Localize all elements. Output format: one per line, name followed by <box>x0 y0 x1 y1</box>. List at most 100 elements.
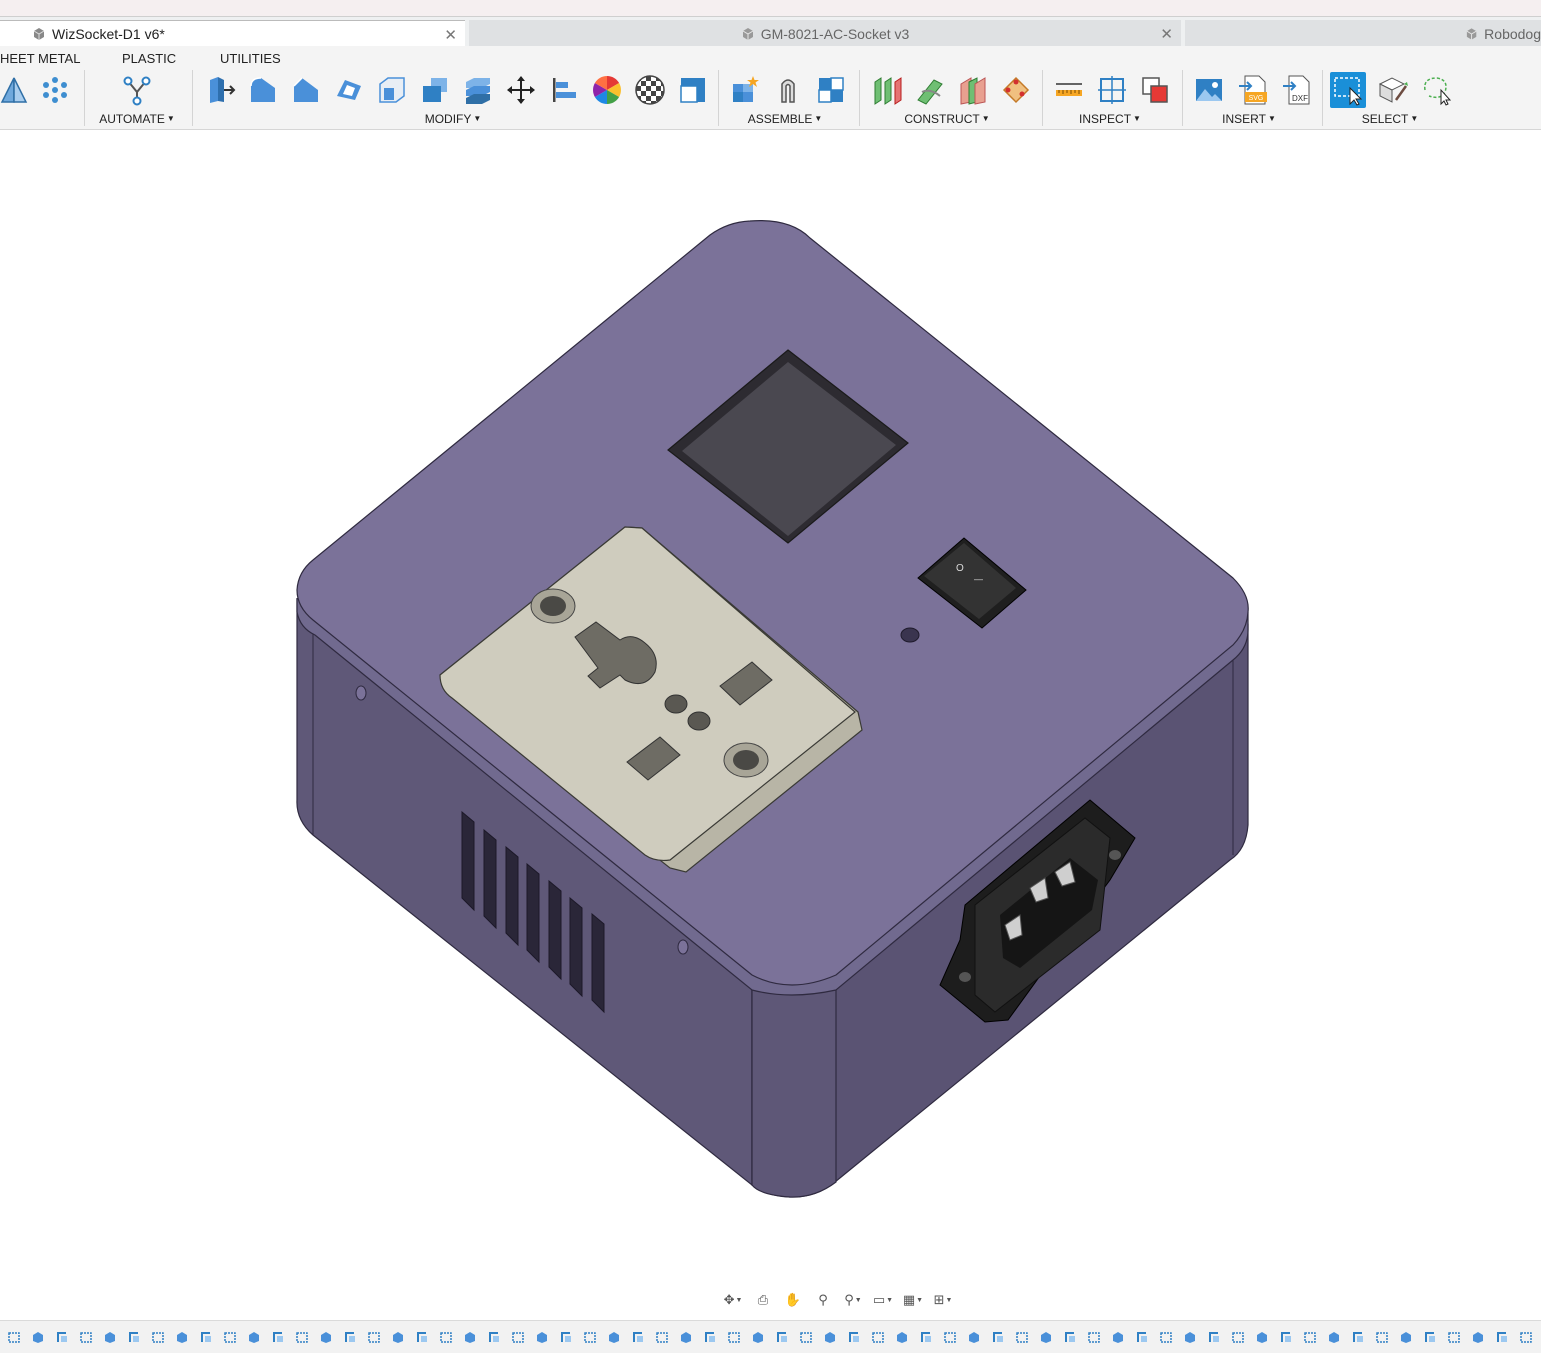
timeline-feature-icon[interactable] <box>890 1327 914 1347</box>
timeline-feature-icon[interactable] <box>290 1327 314 1347</box>
as-built-joint-icon[interactable] <box>813 72 849 108</box>
plane-through-points-icon[interactable] <box>998 72 1034 108</box>
timeline-feature-icon[interactable] <box>458 1327 482 1347</box>
tab-robodog[interactable]: Robodog <box>1185 20 1541 47</box>
new-component-icon[interactable] <box>727 72 763 108</box>
timeline-feature-icon[interactable] <box>914 1327 938 1347</box>
timeline-feature-icon[interactable] <box>1274 1327 1298 1347</box>
measure-icon[interactable] <box>1051 72 1087 108</box>
move-copy-icon[interactable] <box>503 72 539 108</box>
select-paint-icon[interactable] <box>1374 72 1410 108</box>
timeline-feature-icon[interactable] <box>1154 1327 1178 1347</box>
timeline-feature-icon[interactable] <box>674 1327 698 1347</box>
tab-gm-socket[interactable]: GM-8021-AC-Socket v3 ✕ <box>469 20 1181 47</box>
timeline-feature-icon[interactable] <box>938 1327 962 1347</box>
timeline-feature-icon[interactable] <box>74 1327 98 1347</box>
timeline-feature-icon[interactable] <box>986 1327 1010 1347</box>
timeline-feature-icon[interactable] <box>338 1327 362 1347</box>
timeline-feature-icon[interactable] <box>266 1327 290 1347</box>
timeline-feature-icon[interactable] <box>1202 1327 1226 1347</box>
enclosure-model[interactable]: O — <box>0 131 1541 1286</box>
timeline-feature-icon[interactable] <box>1346 1327 1370 1347</box>
timeline-feature-icon[interactable] <box>530 1327 554 1347</box>
sheet-metal-tool-icon[interactable] <box>0 72 32 108</box>
ribbon-tab-plastic[interactable]: PLASTIC <box>122 51 176 66</box>
tab-wizsocket[interactable]: WizSocket-D1 v6* ✕ <box>0 20 465 47</box>
insert-image-icon[interactable] <box>1191 72 1227 108</box>
select-freeform-icon[interactable] <box>1417 72 1453 108</box>
offset-plane-icon[interactable] <box>869 72 905 108</box>
replace-face-icon[interactable] <box>675 72 711 108</box>
plane-along-path-icon[interactable] <box>912 72 948 108</box>
timeline-feature-icon[interactable] <box>1178 1327 1202 1347</box>
section-analysis-icon[interactable] <box>1137 72 1173 108</box>
timeline-feature-icon[interactable] <box>1466 1327 1490 1347</box>
orbit-icon[interactable]: ✥ ▼ <box>720 1289 746 1311</box>
group-select[interactable]: SELECT ▼ <box>1362 112 1419 126</box>
timeline-feature-icon[interactable] <box>122 1327 146 1347</box>
timeline-feature-icon[interactable] <box>482 1327 506 1347</box>
group-insert[interactable]: INSERT ▼ <box>1222 112 1276 126</box>
timeline-feature-icon[interactable] <box>842 1327 866 1347</box>
timeline-feature-icon[interactable] <box>314 1327 338 1347</box>
shell-icon[interactable] <box>331 72 367 108</box>
timeline-feature-icon[interactable] <box>218 1327 242 1347</box>
timeline-feature-icon[interactable] <box>386 1327 410 1347</box>
physical-material-icon[interactable] <box>632 72 668 108</box>
close-icon[interactable]: ✕ <box>1160 25 1173 43</box>
timeline-feature-icon[interactable] <box>1298 1327 1322 1347</box>
timeline-feature-icon[interactable] <box>50 1327 74 1347</box>
group-modify[interactable]: MODIFY ▼ <box>425 112 482 126</box>
timeline-feature-icon[interactable] <box>962 1327 986 1347</box>
canvas-viewport[interactable]: O — <box>0 131 1541 1286</box>
combine-icon[interactable] <box>460 72 496 108</box>
timeline-feature-icon[interactable] <box>698 1327 722 1347</box>
timeline-feature-icon[interactable] <box>434 1327 458 1347</box>
timeline-feature-icon[interactable] <box>1226 1327 1250 1347</box>
timeline-feature-icon[interactable] <box>1418 1327 1442 1347</box>
timeline-feature-icon[interactable] <box>626 1327 650 1347</box>
fit-icon[interactable]: ⚲ ▼ <box>840 1289 866 1311</box>
joint-icon[interactable] <box>770 72 806 108</box>
timeline-feature-icon[interactable] <box>1250 1327 1274 1347</box>
timeline-feature-icon[interactable] <box>146 1327 170 1347</box>
chamfer-icon[interactable] <box>288 72 324 108</box>
timeline-feature-icon[interactable] <box>242 1327 266 1347</box>
timeline-feature-icon[interactable] <box>194 1327 218 1347</box>
timeline-feature-icon[interactable] <box>1010 1327 1034 1347</box>
timeline-feature-icon[interactable] <box>1034 1327 1058 1347</box>
viewports-icon[interactable]: ⊞ ▼ <box>930 1289 956 1311</box>
timeline-feature-icon[interactable] <box>770 1327 794 1347</box>
ribbon-tab-sheet-metal[interactable]: HEET METAL <box>0 51 80 66</box>
timeline-feature-icon[interactable] <box>362 1327 386 1347</box>
timeline-feature-icon[interactable] <box>650 1327 674 1347</box>
timeline-feature-icon[interactable] <box>1322 1327 1346 1347</box>
fillet-icon[interactable] <box>245 72 281 108</box>
timeline-feature-icon[interactable] <box>818 1327 842 1347</box>
interference-icon[interactable] <box>1094 72 1130 108</box>
insert-svg-icon[interactable]: SVG <box>1235 72 1271 108</box>
pattern-icon[interactable] <box>37 72 73 108</box>
timeline-feature-icon[interactable] <box>2 1327 26 1347</box>
appearance-icon[interactable] <box>589 72 625 108</box>
timeline-feature-icon[interactable] <box>1394 1327 1418 1347</box>
insert-dxf-icon[interactable]: DXF <box>1279 72 1315 108</box>
timeline-feature-icon[interactable] <box>722 1327 746 1347</box>
midplane-icon[interactable] <box>955 72 991 108</box>
timeline-feature-icon[interactable] <box>794 1327 818 1347</box>
grid-icon[interactable]: ▦ ▼ <box>900 1289 926 1311</box>
timeline-feature-icon[interactable] <box>866 1327 890 1347</box>
timeline-feature-icon[interactable] <box>1490 1327 1514 1347</box>
timeline-feature-icon[interactable] <box>746 1327 770 1347</box>
timeline-feature-icon[interactable] <box>1442 1327 1466 1347</box>
timeline-feature-icon[interactable] <box>506 1327 530 1347</box>
draft-icon[interactable] <box>374 72 410 108</box>
timeline-feature-icon[interactable] <box>1058 1327 1082 1347</box>
group-construct[interactable]: CONSTRUCT ▼ <box>904 112 989 126</box>
zoom-icon[interactable]: ⚲ <box>810 1289 836 1311</box>
look-at-icon[interactable]: ⎙ <box>750 1289 776 1311</box>
press-pull-icon[interactable] <box>202 72 238 108</box>
timeline-feature-icon[interactable] <box>1514 1327 1538 1347</box>
timeline-feature-icon[interactable] <box>410 1327 434 1347</box>
timeline-feature-icon[interactable] <box>26 1327 50 1347</box>
